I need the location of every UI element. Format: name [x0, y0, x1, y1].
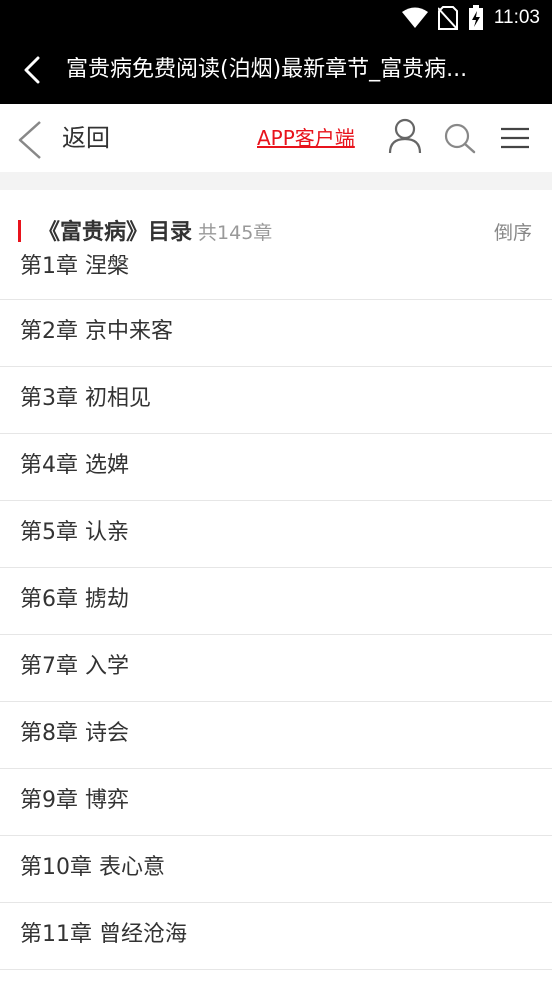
chapter-item[interactable]: 第7章 入学 [0, 635, 552, 702]
chapter-item[interactable]: 第1章 涅槃 [0, 234, 552, 300]
chapter-item[interactable]: 第2章 京中来客 [0, 300, 552, 367]
status-bar: 11:03 [0, 0, 552, 36]
chapter-item[interactable]: 第10章 表心意 [0, 836, 552, 903]
search-icon[interactable] [443, 122, 477, 154]
wifi-icon [401, 7, 428, 28]
back-chevron-icon[interactable] [16, 120, 44, 160]
title-bar: 富贵病免费阅读(泊烟)最新章节_富贵病... [0, 36, 552, 104]
battery-charging-icon [468, 5, 483, 30]
chapter-item[interactable]: 第6章 掳劫 [0, 568, 552, 635]
chapter-item[interactable]: 第9章 博弈 [0, 769, 552, 836]
chapter-item[interactable]: 第11章 曾经沧海 [0, 903, 552, 970]
app-client-link[interactable]: APP客户端 [257, 104, 355, 172]
chapter-item[interactable]: 第8章 诗会 [0, 702, 552, 769]
chapter-item[interactable]: 第5章 认亲 [0, 501, 552, 568]
no-sim-icon [437, 6, 458, 30]
chapter-item[interactable]: 第3章 初相见 [0, 367, 552, 434]
page-title: 富贵病免费阅读(泊烟)最新章节_富贵病... [66, 57, 468, 82]
user-icon[interactable] [388, 118, 422, 154]
back-button[interactable]: 返回 [62, 104, 110, 172]
chapter-item[interactable]: 第4章 选婢 [0, 434, 552, 501]
back-arrow-icon[interactable] [20, 56, 44, 84]
menu-icon[interactable] [500, 126, 530, 150]
section-divider [0, 172, 552, 190]
chapter-list: 第1章 涅槃 第2章 京中来客 第3章 初相见 第4章 选婢 第5章 认亲 第6… [0, 254, 552, 970]
status-time: 11:03 [493, 7, 540, 28]
status-icons: 11:03 [401, 0, 540, 36]
